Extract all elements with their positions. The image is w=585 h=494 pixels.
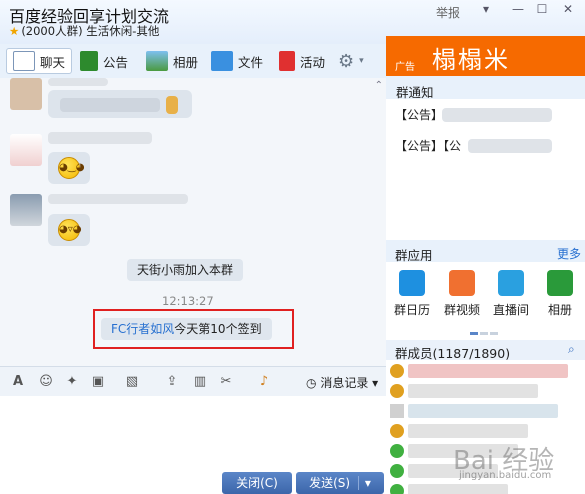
sender-name: [48, 194, 188, 204]
magic-icon[interactable]: ✦: [64, 374, 80, 390]
tab-album[interactable]: 相册: [146, 48, 198, 74]
tab-announcement[interactable]: 公告: [80, 48, 128, 74]
more-apps-link[interactable]: 更多: [557, 245, 581, 262]
chat-messages[interactable]: ⌃ ◕‿◕ ◕▿◕ 天街小雨加入本群 12:13:27 FC行者如风今天第10个…: [0, 78, 386, 366]
close-button[interactable]: 关闭(C): [222, 472, 292, 494]
message-bubble: ◕‿◕: [48, 152, 90, 184]
calendar-icon: [399, 270, 425, 296]
star-icon: ★: [9, 24, 20, 38]
notice-item[interactable]: 【公告】: [395, 106, 443, 123]
scissors-icon[interactable]: ✂: [218, 374, 234, 390]
grin-emoji-icon: ◕▿◕: [58, 219, 81, 241]
chat-icon: [13, 51, 35, 71]
message-timestamp: 12:13:27: [162, 294, 214, 308]
gear-icon[interactable]: ⚙ ▾: [338, 48, 364, 74]
ad-text: 榻榻米: [432, 46, 510, 74]
report-button[interactable]: 举报: [436, 4, 460, 21]
message-bubble: [48, 90, 192, 118]
tab-activity[interactable]: 活动: [279, 48, 325, 74]
avatar[interactable]: [10, 194, 42, 226]
avatar[interactable]: [10, 78, 42, 110]
members-header-bar: 群成员(1187/1890) ⌕: [386, 340, 585, 361]
scroll-up-icon[interactable]: ⌃: [375, 80, 383, 91]
image-icon[interactable]: ▧: [124, 374, 140, 390]
message-history-button[interactable]: ◷ 消息记录 ▾: [306, 374, 378, 391]
app-album[interactable]: 相册: [542, 270, 578, 318]
gift-icon[interactable]: ▥: [192, 374, 208, 390]
video-icon: [449, 270, 475, 296]
search-icon[interactable]: ⌕: [568, 342, 575, 357]
send-options-icon: ▾: [357, 476, 371, 490]
group-subtitle: ★ (2000人群) 生活休闲-其他: [9, 24, 160, 38]
tab-files[interactable]: 文件: [211, 48, 263, 74]
folder-icon: [211, 51, 233, 71]
minimize-button[interactable]: —: [508, 2, 528, 18]
announcement-flag-icon: [80, 51, 98, 71]
smile-emoji-icon: ◕‿◕: [58, 157, 85, 179]
font-icon[interactable]: A: [10, 374, 26, 390]
send-button[interactable]: 发送(S) ▾: [296, 472, 384, 494]
ad-tag: 广告: [395, 62, 415, 73]
message-bubble: ◕▿◕: [48, 214, 90, 246]
emoji-icon[interactable]: ☺: [38, 374, 54, 390]
activity-flag-icon: [279, 51, 295, 71]
album-icon: [547, 270, 573, 296]
clock-icon: ◷: [306, 376, 317, 390]
sender-name: [48, 78, 108, 86]
dropdown-icon[interactable]: ▾: [476, 2, 496, 18]
page-dots[interactable]: [470, 324, 500, 338]
photo-album-icon: [146, 51, 168, 71]
system-message: 天街小雨加入本群: [127, 259, 244, 281]
app-calendar[interactable]: 群日历: [392, 270, 432, 318]
sender-name: [48, 132, 152, 144]
app-video[interactable]: 群视频: [442, 270, 482, 318]
highlight-box: [93, 309, 294, 349]
screenshot-icon[interactable]: ▣: [90, 374, 106, 390]
watermark-url: jingyan.baidu.com: [459, 470, 552, 481]
bell-icon[interactable]: ♪: [256, 374, 272, 390]
group-toolbar: 聊天 公告 相册 文件 活动 ⚙ ▾: [0, 44, 386, 78]
close-window-button[interactable]: ✕: [558, 2, 578, 18]
ad-banner[interactable]: 广告 榻榻米: [386, 36, 585, 76]
maximize-button[interactable]: ☐: [532, 2, 552, 18]
upload-icon[interactable]: ⇪: [164, 374, 180, 390]
live-icon: [498, 270, 524, 296]
input-toolbar: A ☺ ✦ ▣ ▧ ⇪ ▥ ✂ ♪ ◷ 消息记录 ▾: [0, 366, 386, 396]
avatar[interactable]: [10, 134, 42, 166]
app-live[interactable]: 直播间: [491, 270, 531, 318]
notice-item[interactable]: 【公告】【公: [395, 137, 461, 154]
tab-chat[interactable]: 聊天: [6, 48, 73, 74]
